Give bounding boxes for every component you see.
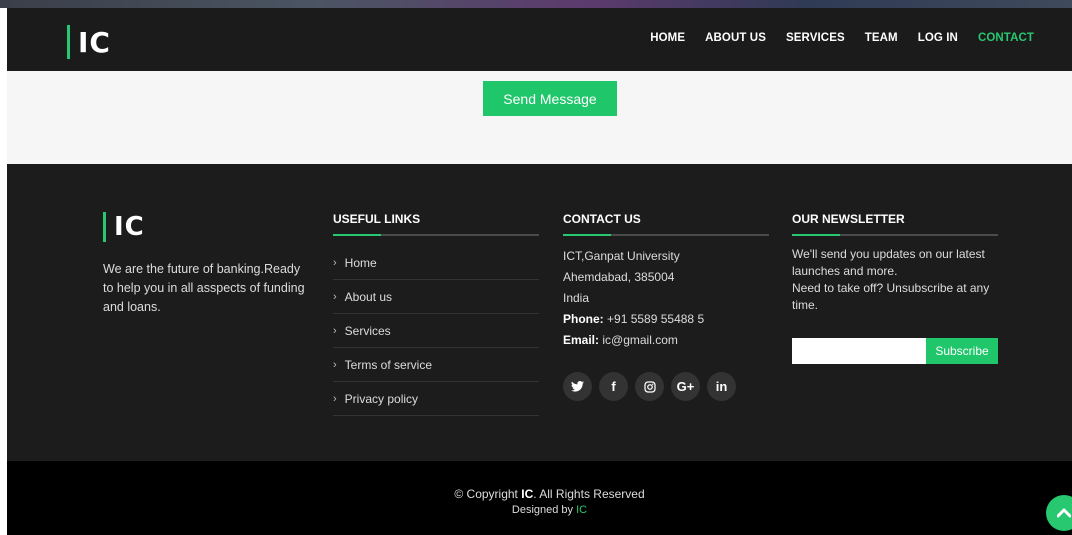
- useful-links-title: USEFUL LINKS: [333, 212, 421, 226]
- chevron-up-icon: [1057, 508, 1071, 518]
- nav-contact[interactable]: CONTACT: [978, 32, 1034, 44]
- instagram-icon[interactable]: [635, 372, 664, 401]
- newsletter-form: Subscribe: [792, 338, 998, 364]
- main-nav: HOME ABOUT US SERVICES TEAM LOG IN CONTA…: [630, 32, 1034, 44]
- logo-text: IC: [78, 25, 111, 59]
- footer-logo-text: IC: [114, 212, 145, 242]
- site-footer: IC We are the future of banking.Ready to…: [7, 164, 1072, 461]
- copyright-bar: © Copyright IC. All Rights Reserved Desi…: [7, 461, 1072, 535]
- contact-address-line-1: ICT,Ganpat University: [563, 249, 680, 263]
- contact-address-line-2: Ahemdabad, 385004: [563, 270, 675, 284]
- email-label: Email:: [563, 333, 600, 347]
- google-plus-icon[interactable]: G+: [671, 372, 700, 401]
- chevron-right-icon: ›: [333, 324, 337, 337]
- contact-form-area: Send Message: [7, 71, 1072, 164]
- footer-link-label: Services: [344, 323, 391, 338]
- chevron-right-icon: ›: [333, 392, 337, 405]
- contact-title: CONTACT US: [563, 212, 641, 226]
- newsletter-title: OUR NEWSLETTER: [792, 212, 905, 226]
- footer-logo[interactable]: IC: [103, 212, 145, 242]
- top-gradient-strip: [0, 0, 1072, 8]
- footer-link-about-us[interactable]: › About us: [333, 280, 539, 314]
- send-message-button[interactable]: Send Message: [483, 81, 617, 116]
- nav-services[interactable]: SERVICES: [786, 32, 845, 44]
- contact-address-line-3: India: [563, 291, 590, 305]
- designed-by-brand[interactable]: IC: [576, 504, 587, 516]
- chevron-right-icon: ›: [333, 256, 337, 269]
- footer-link-label: About us: [344, 289, 393, 304]
- footer-link-label: Terms of service: [344, 357, 433, 372]
- newsletter-column: OUR NEWSLETTER We'll send you updates on…: [792, 212, 998, 364]
- facebook-icon[interactable]: f: [599, 372, 628, 401]
- designed-by-prefix: Designed by: [511, 504, 574, 516]
- phone-value: +91 5589 55488 5: [607, 312, 705, 326]
- chevron-right-icon: ›: [333, 358, 337, 371]
- contact-divider: [563, 234, 769, 236]
- twitter-icon[interactable]: [563, 372, 592, 401]
- header-logo[interactable]: IC: [67, 25, 111, 59]
- email-value[interactable]: ic@gmail.com: [602, 333, 678, 347]
- designed-by-text: Designed by IC: [7, 504, 1072, 516]
- nav-home[interactable]: HOME: [650, 32, 685, 44]
- footer-link-terms[interactable]: › Terms of service: [333, 348, 539, 382]
- copyright-prefix: © Copyright: [454, 487, 518, 501]
- site-header: IC HOME ABOUT US SERVICES TEAM LOG IN CO…: [7, 8, 1072, 71]
- nav-about-us[interactable]: ABOUT US: [705, 32, 766, 44]
- nav-team[interactable]: TEAM: [865, 32, 898, 44]
- logo-accent-bar: [67, 25, 70, 59]
- subscribe-button[interactable]: Subscribe: [926, 338, 998, 364]
- useful-links-column: USEFUL LINKS › Home › About us › Services ›…: [333, 212, 539, 416]
- useful-links-divider: [333, 234, 539, 236]
- newsletter-unsubscribe-text: Need to take off? Unsubscribe at any tim…: [792, 281, 990, 312]
- contact-email: Email: ic@gmail.com: [563, 330, 769, 351]
- copyright-text: © Copyright IC. All Rights Reserved: [7, 487, 1072, 501]
- footer-link-label: Home: [344, 255, 377, 270]
- newsletter-text: We'll send you updates on our latest lau…: [792, 247, 985, 278]
- useful-links-list: › Home › About us › Services › Terms of serv…: [333, 246, 539, 416]
- footer-link-privacy[interactable]: › Privacy policy: [333, 382, 539, 416]
- footer-link-label: Privacy policy: [344, 391, 419, 406]
- footer-link-home[interactable]: › Home: [333, 246, 539, 280]
- social-links: f G+ in: [563, 372, 769, 401]
- linkedin-icon[interactable]: in: [707, 372, 736, 401]
- chevron-right-icon: ›: [333, 290, 337, 303]
- copyright-suffix: . All Rights Reserved: [533, 487, 645, 501]
- footer-about-text: We are the future of banking.Ready to he…: [103, 262, 305, 314]
- newsletter-email-input[interactable]: [792, 338, 926, 364]
- copyright-brand: IC: [521, 487, 534, 501]
- nav-log-in[interactable]: LOG IN: [918, 32, 958, 44]
- newsletter-divider: [792, 234, 998, 236]
- contact-phone: Phone: +91 5589 55488 5: [563, 309, 769, 330]
- footer-logo-accent-bar: [103, 212, 106, 242]
- contact-column: CONTACT US ICT,Ganpat University Ahemdab…: [563, 212, 769, 401]
- footer-link-services[interactable]: › Services: [333, 314, 539, 348]
- phone-label: Phone:: [563, 312, 604, 326]
